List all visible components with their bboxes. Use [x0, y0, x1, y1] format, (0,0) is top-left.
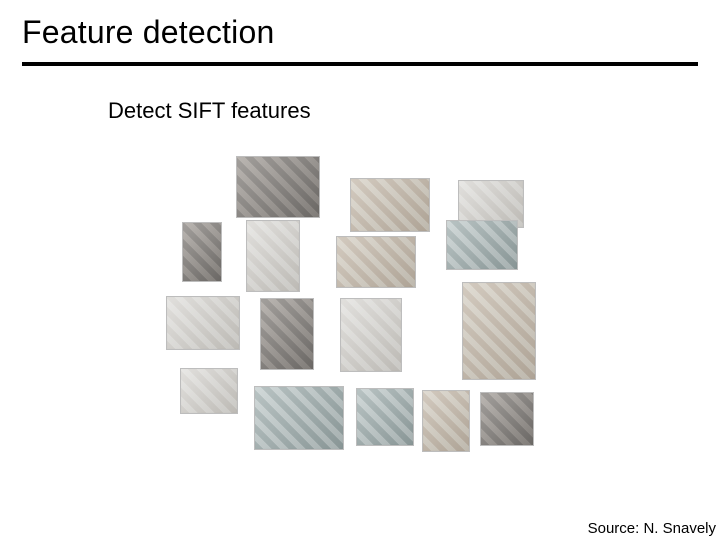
photo-thumbnail [422, 390, 470, 452]
photo-thumbnail [340, 298, 402, 372]
title-underline [22, 62, 698, 66]
image-collage [150, 150, 570, 470]
photo-thumbnail [462, 282, 536, 380]
photo-thumbnail [182, 222, 222, 282]
photo-thumbnail [446, 220, 518, 270]
photo-thumbnail [180, 368, 238, 414]
photo-thumbnail [246, 220, 300, 292]
slide: Feature detection Detect SIFT features S… [0, 0, 720, 540]
title-bar: Feature detection [0, 0, 720, 57]
slide-subtitle: Detect SIFT features [108, 98, 311, 124]
photo-thumbnail [356, 388, 414, 446]
photo-thumbnail [260, 298, 314, 370]
photo-thumbnail [166, 296, 240, 350]
photo-thumbnail [350, 178, 430, 232]
attribution-text: Source: N. Snavely [588, 520, 716, 537]
photo-thumbnail [336, 236, 416, 288]
photo-thumbnail [480, 392, 534, 446]
slide-title: Feature detection [22, 14, 698, 51]
photo-thumbnail [254, 386, 344, 450]
photo-thumbnail [236, 156, 320, 218]
